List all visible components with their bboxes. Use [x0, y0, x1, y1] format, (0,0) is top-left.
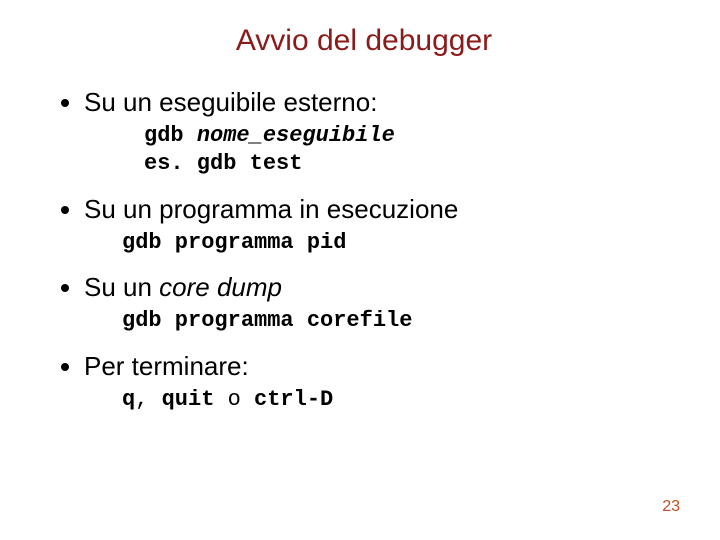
code: es. gdb test	[144, 151, 302, 176]
bullet-text: Su un eseguibile esterno:	[84, 87, 377, 117]
title-text: Avvio del debugger	[236, 24, 492, 57]
bullet-text: Per terminare:	[84, 351, 249, 381]
page-number: 23	[662, 498, 680, 516]
slide: Avvio del debugger Su un eseguibile este…	[0, 0, 720, 540]
bullet-eseguibile: Su un eseguibile esterno: gdb nome_esegu…	[84, 86, 672, 179]
code-block: gdb programma corefile	[122, 307, 672, 336]
bullet-italic: core dump	[159, 272, 282, 302]
code: o	[214, 387, 254, 412]
code-block: q, quit o ctrl-D	[122, 386, 672, 415]
code: gdb	[144, 123, 197, 148]
code: ctrl-D	[254, 387, 333, 412]
slide-title: Avvio del debugger	[56, 24, 672, 58]
bullet-list: Su un eseguibile esterno: gdb nome_esegu…	[56, 86, 672, 414]
code: ,	[135, 387, 161, 412]
code-italic: nome_eseguibile	[197, 123, 395, 148]
bullet-terminare: Per terminare: q, quit o ctrl-D	[84, 350, 672, 414]
code: gdb programma pid	[122, 230, 346, 255]
bullet-programma: Su un programma in esecuzione gdb progra…	[84, 193, 672, 257]
code: gdb programma corefile	[122, 308, 412, 333]
bullet-text: Su un programma in esecuzione	[84, 194, 458, 224]
code-block: gdb programma pid	[122, 229, 672, 258]
bullet-text: Su un	[84, 272, 159, 302]
code-block: gdb nome_eseguibile es. gdb test	[144, 122, 672, 179]
code: quit	[162, 387, 215, 412]
code: q	[122, 387, 135, 412]
bullet-coredump: Su un core dump gdb programma corefile	[84, 271, 672, 335]
